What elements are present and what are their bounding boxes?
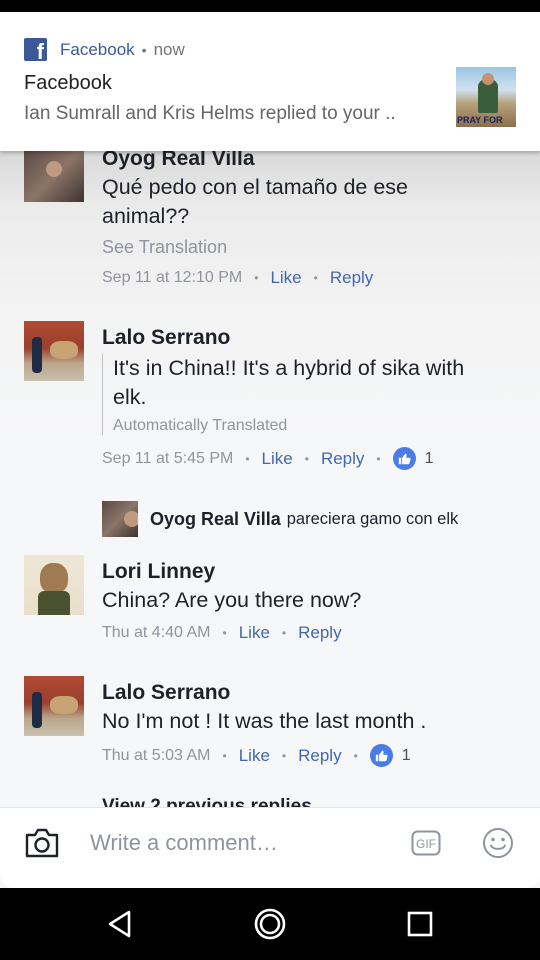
meta-separator: • — [353, 748, 358, 763]
reply-author: Oyog Real Villa — [150, 508, 281, 529]
meta-separator: • — [222, 748, 227, 763]
avatar[interactable] — [24, 151, 84, 202]
meta-separator: • — [281, 626, 287, 640]
comment-time: Sep 11 at 12:10 PM — [102, 269, 243, 286]
status-bar — [0, 0, 540, 12]
auto-translated-label: Automatically Translated — [113, 417, 288, 434]
avatar[interactable] — [24, 555, 84, 615]
comment-meta: Thu at 4:40 AM • Like • Reply — [102, 623, 361, 643]
smiley-icon[interactable] — [482, 827, 514, 859]
avatar[interactable] — [24, 321, 84, 381]
notification-title: Facebook — [24, 72, 112, 94]
comment-author[interactable]: Lori Linney — [102, 560, 361, 584]
like-count: 1 — [424, 449, 434, 467]
like-link[interactable]: Like — [239, 623, 270, 643]
navigation-bar — [0, 888, 540, 960]
meta-separator: • — [254, 271, 259, 285]
meta-separator: • — [376, 451, 381, 466]
thumbnail-head — [482, 73, 494, 85]
comment-author[interactable]: Lalo Serrano — [102, 326, 464, 350]
comment-meta: Sep 11 at 12:10 PM • Like • Reply — [102, 268, 408, 288]
camera-icon[interactable] — [24, 827, 60, 859]
comment-body: Oyog Real Villa Qué pedo con el tamaño d… — [102, 151, 408, 288]
comment-body: Lori Linney China? Are you there now? Th… — [102, 560, 361, 643]
reply-link[interactable]: Reply — [321, 449, 364, 469]
like-count: 1 — [401, 746, 411, 764]
reply-avatar — [102, 501, 138, 537]
gif-label: GIF — [416, 837, 436, 851]
app-screen: f Facebook • now Facebook Ian Sumrall an… — [0, 12, 540, 888]
meta-separator: • — [304, 451, 309, 466]
comment-body: Lalo Serrano No I'm not ! It was the las… — [102, 681, 426, 767]
like-reaction-badge[interactable]: 1 — [392, 447, 434, 470]
thumbnail-caption: PRAY FOR — [457, 115, 503, 125]
meta-separator: • — [281, 748, 287, 763]
home-icon[interactable] — [248, 902, 292, 946]
notification-card[interactable]: f Facebook • now Facebook Ian Sumrall an… — [0, 12, 540, 151]
gif-icon[interactable]: GIF — [411, 830, 441, 856]
thumbs-up-icon — [392, 447, 416, 470]
comment-text: China? Are you there now? — [102, 588, 362, 612]
notification-separator: • — [141, 41, 147, 58]
view-previous-replies-link[interactable]: View 2 previous replies — [102, 796, 312, 807]
like-link[interactable]: Like — [270, 268, 301, 288]
like-link[interactable]: Like — [262, 449, 293, 469]
comment-text-line: animal?? — [102, 204, 190, 228]
comment-time: Thu at 5:03 AM — [102, 746, 211, 764]
comment-time: Thu at 4:40 AM — [102, 624, 211, 641]
comment-meta: Thu at 5:03 AM • Like • Reply • 1 — [102, 744, 426, 767]
comment-author[interactable]: Lalo Serrano — [102, 681, 426, 705]
comment-text-line: elk. — [113, 385, 147, 409]
translated-block: It's in China!! It's a hybrid of sika wi… — [102, 354, 464, 435]
thumbs-up-icon — [369, 744, 393, 767]
notification-body: Ian Sumrall and Kris Helms replied to yo… — [24, 103, 396, 124]
facebook-logo-icon: f — [24, 38, 47, 61]
meta-separator: • — [245, 451, 250, 466]
meta-separator: • — [222, 626, 227, 640]
comment-time: Sep 11 at 5:45 PM — [102, 449, 234, 467]
notification-app-name: Facebook — [60, 39, 135, 59]
comment-composer: Write a comment… GIF — [0, 807, 540, 888]
see-translation-link[interactable]: See Translation — [102, 237, 408, 258]
comment-body: Lalo Serrano It's in China!! It's a hybr… — [102, 326, 464, 470]
reply-preview[interactable]: Oyog Real Villa pareciera gamo con elk — [102, 501, 458, 537]
comment-text: No I'm not ! It was the last month . — [102, 709, 427, 733]
notification-thumbnail: PRAY FOR — [456, 67, 516, 127]
comment-text-line: Qué pedo con el tamaño de ese — [102, 175, 408, 199]
reply-link[interactable]: Reply — [298, 746, 341, 766]
notification-header: f Facebook • now — [24, 38, 185, 61]
comment-text-line: It's in China!! It's a hybrid of sika wi… — [113, 356, 465, 380]
back-icon[interactable] — [98, 902, 142, 946]
meta-separator: • — [313, 271, 318, 285]
comment-meta: Sep 11 at 5:45 PM • Like • Reply • 1 — [102, 447, 464, 470]
recents-icon[interactable] — [398, 902, 442, 946]
comment-author[interactable]: Oyog Real Villa — [102, 151, 408, 171]
comments-list[interactable]: Oyog Real Villa Qué pedo con el tamaño d… — [0, 151, 540, 807]
comment-input[interactable]: Write a comment… — [90, 830, 278, 856]
like-link[interactable]: Like — [239, 746, 270, 766]
reply-link[interactable]: Reply — [330, 268, 373, 288]
reply-text: pareciera gamo con elk — [286, 509, 459, 528]
notification-time: now — [153, 39, 185, 59]
reply-link[interactable]: Reply — [298, 623, 341, 643]
avatar[interactable] — [24, 676, 84, 736]
like-reaction-badge[interactable]: 1 — [369, 744, 411, 767]
